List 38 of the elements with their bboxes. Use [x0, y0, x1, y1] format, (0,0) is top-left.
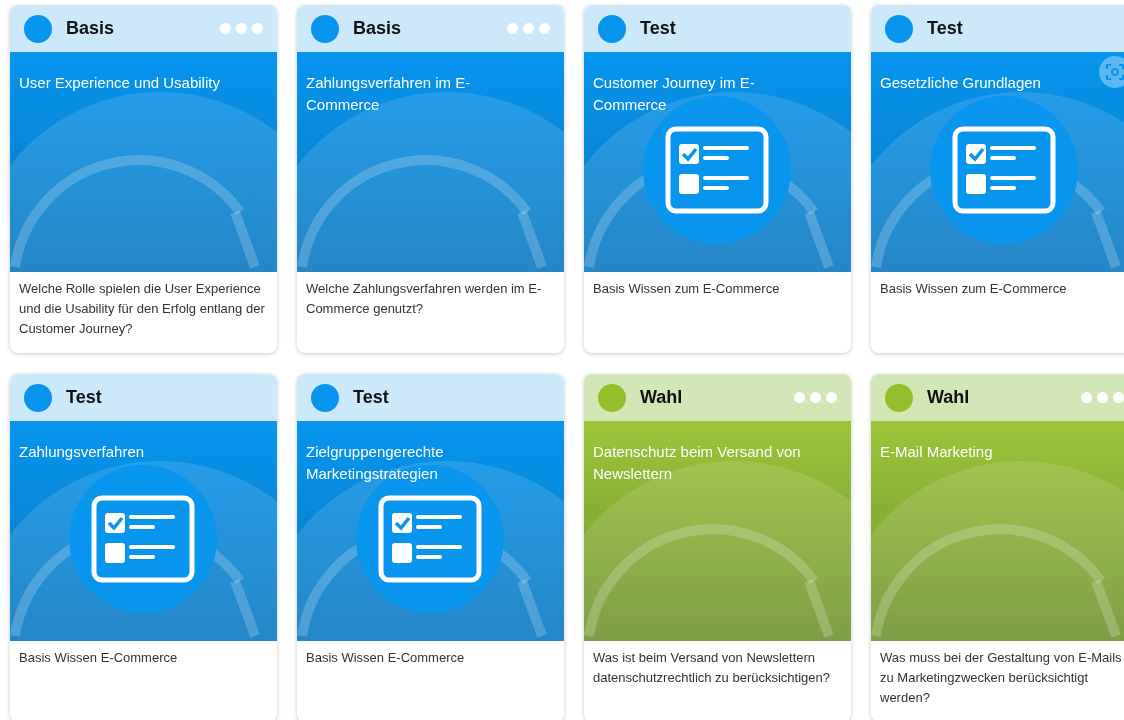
card-tag: Wahl — [927, 384, 1067, 411]
card-description: Basis Wissen zum E-Commerce — [592, 280, 781, 298]
card-description: Was muss bei der Gestaltung von E-Mails zu Marketingzwecken berücksichtigt werden? — [879, 649, 1123, 707]
card-description: Basis Wissen zum E-Commerce — [879, 280, 1068, 298]
card-tag: Basis — [353, 15, 493, 42]
more-icon[interactable] — [507, 23, 550, 34]
card-description: Basis Wissen E-Commerce — [305, 649, 466, 667]
card-title: E-Mail Marketing — [879, 442, 994, 462]
more-icon[interactable] — [1081, 392, 1124, 403]
card-tag: Test — [353, 384, 550, 411]
course-card[interactable]: Test Gesetzliche Grundlagen Basis Wissen zum E-Commerce — [871, 5, 1124, 353]
card-title: Gesetzliche Grundlagen — [879, 73, 1042, 93]
course-card[interactable]: Test Zahlungsverfahren Basis Wissen E-Commerce — [10, 374, 277, 720]
card-title: Datenschutz beim Versand von Newslettern — [592, 442, 802, 484]
card-tag: Wahl — [640, 384, 780, 411]
card-title: Zielgruppengerechte Marketingstrategien — [305, 442, 445, 484]
more-icon[interactable] — [794, 392, 837, 403]
course-card[interactable]: Test Customer Journey im E-Commerce Basis Wissen zum E-Commerce — [584, 5, 851, 353]
card-tag: Test — [640, 15, 837, 42]
card-tag: Test — [66, 384, 263, 411]
course-card[interactable]: Basis Zahlungsverfahren im E-Commerce Welche Zahlungsverfahren werden im E-Commerce genutzt? — [297, 5, 564, 353]
card-description: Welche Zahlungsverfahren werden im E-Commerce genutzt? — [305, 280, 543, 318]
card-tag: Basis — [66, 15, 206, 42]
scan-button[interactable] — [1099, 56, 1124, 88]
course-card[interactable]: Test Zielgruppengerechte Marketingstrategien Basis Wissen E-Commerce — [297, 374, 564, 720]
card-title: User Experience und Usability — [18, 73, 221, 93]
card-description: Was ist beim Versand von Newslettern datenschutzrechtlich zu berücksichtigen? — [592, 649, 832, 687]
card-tag: Test — [927, 15, 1124, 42]
card-description: Welche Rolle spielen die User Experience und die Usability für den Erfolg entlang der Customer Journey? — [18, 280, 266, 338]
card-description: Basis Wissen E-Commerce — [18, 649, 179, 667]
course-card[interactable]: Basis User Experience und Usability Welche Rolle spielen die User Experience und die Usability für den Erfolg entlang der Customer Journey? — [10, 5, 277, 353]
card-title: Customer Journey im E-Commerce — [592, 73, 756, 115]
card-title: Zahlungsverfahren im E-Commerce — [305, 73, 472, 115]
course-card[interactable]: Wahl E-Mail Marketing Was muss bei der Gestaltung von E-Mails zu Marketingzwecken berücksichtigt werden? — [871, 374, 1124, 720]
card-title: Zahlungsverfahren — [18, 442, 146, 462]
more-icon[interactable] — [220, 23, 263, 34]
course-card[interactable]: Wahl Datenschutz beim Versand von Newslettern Was ist beim Versand von Newslettern datenschutzrechtlich zu berücksichtigen? — [584, 374, 851, 720]
scan-icon — [1105, 62, 1124, 82]
